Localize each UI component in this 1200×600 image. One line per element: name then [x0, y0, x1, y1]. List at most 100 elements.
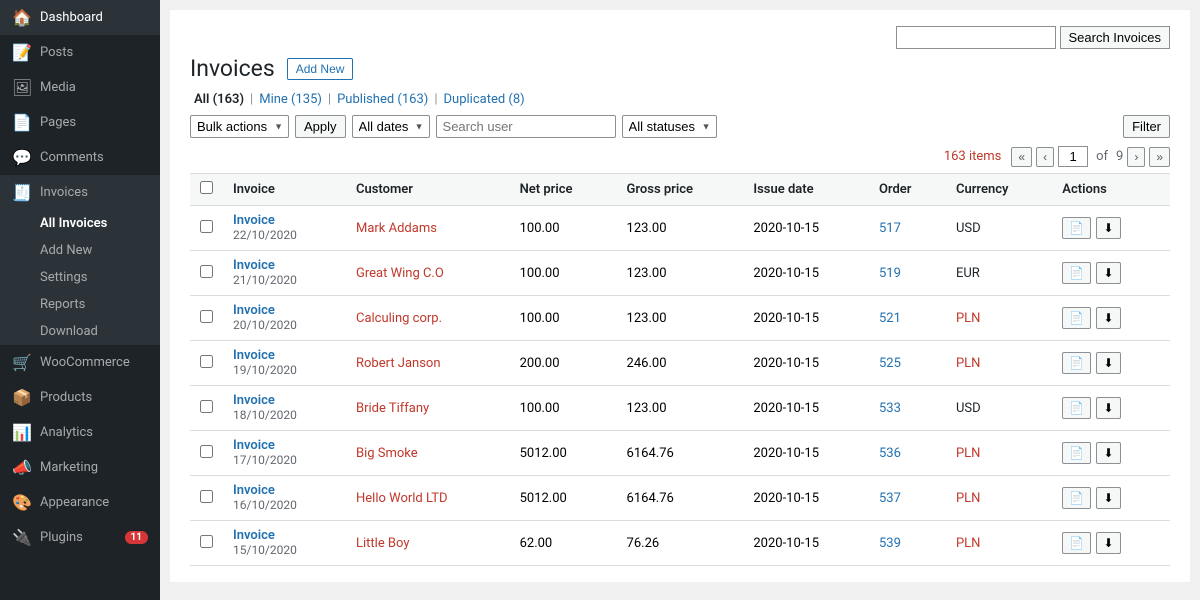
- row-checkbox-5[interactable]: [200, 445, 213, 458]
- sidebar-item-pages[interactable]: 📄Pages: [0, 105, 160, 140]
- customer-link-1[interactable]: Great Wing C.O: [356, 266, 444, 281]
- sidebar-item-marketing[interactable]: 📣Marketing: [0, 450, 160, 485]
- action-view-1[interactable]: 📄: [1062, 262, 1091, 284]
- sidebar-sub-all-invoices[interactable]: All Invoices: [0, 210, 160, 237]
- order-link-3[interactable]: 525: [879, 356, 901, 371]
- action-view-6[interactable]: 📄: [1062, 487, 1091, 509]
- action-download-0[interactable]: ⬇: [1096, 217, 1120, 239]
- sidebar-sub-add-new[interactable]: Add New: [0, 237, 160, 264]
- sidebar-item-appearance[interactable]: 🎨Appearance: [0, 485, 160, 520]
- all-statuses-select[interactable]: All statuses: [622, 115, 717, 138]
- invoice-link-6[interactable]: Invoice: [233, 483, 336, 498]
- filter-tab-mine[interactable]: Mine (135): [255, 92, 326, 107]
- sidebar-sub-settings[interactable]: Settings: [0, 264, 160, 291]
- order-link-2[interactable]: 521: [879, 311, 901, 326]
- apply-button[interactable]: Apply: [295, 115, 346, 138]
- plugins-badge: 11: [125, 531, 148, 544]
- action-download-2[interactable]: ⬇: [1096, 307, 1120, 329]
- sidebar-item-invoices[interactable]: 🧾Invoices: [0, 175, 160, 210]
- action-view-0[interactable]: 📄: [1062, 217, 1091, 239]
- action-download-4[interactable]: ⬇: [1096, 397, 1120, 419]
- last-page-button[interactable]: »: [1149, 147, 1170, 167]
- filter-tab-all[interactable]: All (163): [190, 92, 248, 107]
- customer-link-3[interactable]: Robert Janson: [356, 356, 441, 371]
- action-view-4[interactable]: 📄: [1062, 397, 1091, 419]
- row-checkbox-7[interactable]: [200, 535, 213, 548]
- action-download-3[interactable]: ⬇: [1096, 352, 1120, 374]
- net-price-0: 100.00: [510, 206, 617, 251]
- action-view-2[interactable]: 📄: [1062, 307, 1091, 329]
- sidebar-item-products[interactable]: 📦Products: [0, 380, 160, 415]
- sidebar-item-plugins[interactable]: 🔌Plugins11: [0, 520, 160, 555]
- filter-tab-published[interactable]: Published (163): [333, 92, 432, 107]
- invoice-link-5[interactable]: Invoice: [233, 438, 336, 453]
- action-view-3[interactable]: 📄: [1062, 352, 1091, 374]
- order-link-1[interactable]: 519: [879, 266, 901, 281]
- action-view-7[interactable]: 📄: [1062, 532, 1091, 554]
- order-link-6[interactable]: 537: [879, 491, 901, 506]
- sidebar-sub-reports[interactable]: Reports: [0, 291, 160, 318]
- order-link-7[interactable]: 539: [879, 536, 901, 551]
- action-download-7[interactable]: ⬇: [1096, 532, 1120, 554]
- sidebar-item-posts[interactable]: 📝Posts: [0, 35, 160, 70]
- sidebar-item-dashboard[interactable]: 🏠Dashboard: [0, 0, 160, 35]
- invoice-link-3[interactable]: Invoice: [233, 348, 336, 363]
- row-checkbox-6[interactable]: [200, 490, 213, 503]
- filter-tab-duplicated[interactable]: Duplicated (8): [440, 92, 529, 107]
- search-row: Search Invoices: [190, 26, 1170, 49]
- invoice-date-3: 19/10/2020: [233, 363, 297, 377]
- customer-link-5[interactable]: Big Smoke: [356, 446, 418, 461]
- main-content: Search Invoices Invoices Add New All (16…: [160, 0, 1200, 600]
- action-download-6[interactable]: ⬇: [1096, 487, 1120, 509]
- customer-link-7[interactable]: Little Boy: [356, 536, 410, 551]
- sidebar-item-woocommerce[interactable]: 🛒WooCommerce: [0, 345, 160, 380]
- customer-link-0[interactable]: Mark Addams: [356, 221, 437, 236]
- table-row: Invoice 17/10/2020 Big Smoke 5012.00 616…: [190, 431, 1170, 476]
- bulk-actions-select[interactable]: Bulk actions: [190, 115, 289, 138]
- net-price-2: 100.00: [510, 296, 617, 341]
- all-dates-select[interactable]: All dates: [352, 115, 430, 138]
- search-user-input[interactable]: [436, 115, 616, 138]
- col-invoice: Invoice: [223, 174, 346, 206]
- invoice-link-7[interactable]: Invoice: [233, 528, 336, 543]
- row-checkbox-0[interactable]: [200, 220, 213, 233]
- prev-page-button[interactable]: ‹: [1036, 147, 1054, 167]
- action-download-1[interactable]: ⬇: [1096, 262, 1120, 284]
- customer-link-6[interactable]: Hello World LTD: [356, 491, 448, 506]
- order-link-5[interactable]: 536: [879, 446, 901, 461]
- invoice-link-4[interactable]: Invoice: [233, 393, 336, 408]
- invoice-link-0[interactable]: Invoice: [233, 213, 336, 228]
- invoice-date-6: 16/10/2020: [233, 498, 297, 512]
- filter-button[interactable]: Filter: [1123, 115, 1170, 138]
- add-new-button[interactable]: Add New: [287, 58, 354, 80]
- row-checkbox-4[interactable]: [200, 400, 213, 413]
- current-page-input[interactable]: [1058, 146, 1088, 167]
- row-checkbox-3[interactable]: [200, 355, 213, 368]
- order-link-4[interactable]: 533: [879, 401, 901, 416]
- customer-link-2[interactable]: Calculing corp.: [356, 311, 442, 326]
- action-view-5[interactable]: 📄: [1062, 442, 1091, 464]
- row-checkbox-2[interactable]: [200, 310, 213, 323]
- search-invoices-input[interactable]: [896, 26, 1056, 49]
- customer-link-4[interactable]: Bride Tiffany: [356, 401, 429, 416]
- invoice-date-0: 22/10/2020: [233, 228, 297, 242]
- select-all-checkbox[interactable]: [200, 181, 213, 194]
- sidebar-sub-download[interactable]: Download: [0, 318, 160, 345]
- action-download-5[interactable]: ⬇: [1096, 442, 1120, 464]
- currency-0: USD: [946, 206, 1052, 251]
- table-row: Invoice 19/10/2020 Robert Janson 200.00 …: [190, 341, 1170, 386]
- invoice-link-1[interactable]: Invoice: [233, 258, 336, 273]
- order-link-0[interactable]: 517: [879, 221, 901, 236]
- invoice-link-2[interactable]: Invoice: [233, 303, 336, 318]
- sidebar-item-label: Analytics: [40, 425, 93, 440]
- first-page-button[interactable]: «: [1011, 147, 1032, 167]
- sidebar-item-analytics[interactable]: 📊Analytics: [0, 415, 160, 450]
- currency-3: PLN: [946, 341, 1052, 386]
- filter-tab-separator: |: [326, 92, 333, 107]
- row-checkbox-1[interactable]: [200, 265, 213, 278]
- search-invoices-button[interactable]: Search Invoices: [1060, 26, 1171, 49]
- next-page-button[interactable]: ›: [1127, 147, 1145, 167]
- sidebar-item-media[interactable]: 🖼Media: [0, 70, 160, 105]
- woocommerce-icon: 🛒: [12, 353, 32, 372]
- sidebar-item-comments[interactable]: 💬Comments: [0, 140, 160, 175]
